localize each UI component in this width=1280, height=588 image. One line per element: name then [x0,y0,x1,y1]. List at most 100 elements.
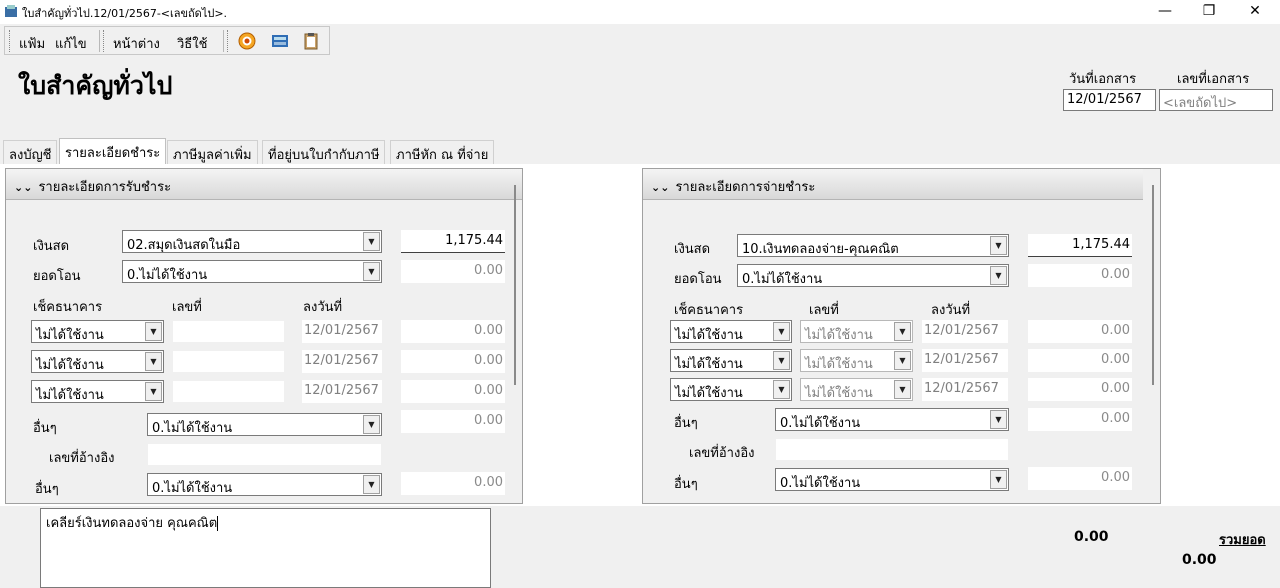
receive-cheque-amount[interactable]: 0.00 [401,380,505,403]
receive-reference-label: เลขที่อ้างอิง [49,451,115,466]
dropdown-arrow-icon[interactable]: ▼ [773,322,790,341]
receive-reference-input[interactable] [147,443,382,466]
toolbar-grip[interactable] [9,30,11,52]
toolbar-grip[interactable] [103,30,105,52]
dropdown-arrow-icon[interactable]: ▼ [990,410,1007,429]
pay-other2-account-select[interactable]: 0.ไม่ได้ใช้งาน ▼ [775,468,1009,491]
dropdown-arrow-icon[interactable]: ▼ [363,415,380,434]
receive-panel-header[interactable]: ⌄⌄ รายละเอียดการรับชำระ [6,169,522,200]
total-link[interactable]: รวมยอด [1219,529,1266,550]
tab-withholding-tax[interactable]: ภาษีหัก ณ ที่จ่าย [390,140,495,164]
pay-panel-header[interactable]: ⌄⌄ รายละเอียดการจ่ายชำระ [643,169,1143,200]
dropdown-arrow-icon[interactable]: ▼ [363,475,380,494]
dropdown-arrow-icon[interactable]: ▼ [363,262,380,281]
pay-cheque-bank-select[interactable]: ไม่ได้ใช้งาน ▼ [670,349,792,372]
pay-cheque-date[interactable]: 12/01/2567 [922,320,1008,343]
receive-cheque-no-input[interactable] [172,380,285,403]
receive-cheque-bank-select[interactable]: ไม่ได้ใช้งาน ▼ [31,350,164,373]
receive-cheque-label: เช็คธนาคาร [33,300,103,315]
calculator-icon[interactable] [271,32,289,50]
dropdown-arrow-icon[interactable]: ▼ [773,380,790,399]
pay-other-amount[interactable]: 0.00 [1028,408,1132,431]
dropdown-arrow-icon[interactable]: ▼ [894,351,911,370]
pay-other2-amount[interactable]: 0.00 [1028,467,1132,490]
dropdown-arrow-icon[interactable]: ▼ [894,380,911,399]
pay-cheque-date[interactable]: 12/01/2567 [922,349,1008,372]
receive-cheque-date[interactable]: 12/01/2567 [302,380,382,403]
pay-other-label: อื่นๆ [674,416,698,431]
receive-cheque-bank-select[interactable]: ไม่ได้ใช้งาน ▼ [31,380,164,403]
receive-cheque-bank-value: ไม่ได้ใช้งาน [36,388,104,403]
receive-transfer-account-select[interactable]: 0.ไม่ได้ใช้งาน ▼ [122,260,382,283]
receive-cheque-amount[interactable]: 0.00 [401,320,505,343]
menu-file[interactable]: แฟ้ม [19,33,45,54]
receive-other-account-select[interactable]: 0.ไม่ได้ใช้งาน ▼ [147,413,382,436]
dropdown-arrow-icon[interactable]: ▼ [145,322,162,341]
document-date-field[interactable]: 12/01/2567 [1063,89,1156,111]
dropdown-arrow-icon[interactable]: ▼ [990,470,1007,489]
document-date-label: วันที่เอกสาร [1069,72,1137,87]
pay-cheque-amount[interactable]: 0.00 [1028,320,1132,343]
pay-cheque-no-select[interactable]: ไม่ได้ใช้งาน ▼ [800,349,913,372]
dropdown-arrow-icon[interactable]: ▼ [145,382,162,401]
maximize-button[interactable]: ❐ [1186,0,1232,24]
receive-cheque-no-input[interactable] [172,350,285,373]
receive-cash-account-select[interactable]: 02.สมุดเงินสดในมือ ▼ [122,230,382,253]
pay-cheque-date[interactable]: 12/01/2567 [922,378,1008,401]
receive-cheque-no-input[interactable] [172,320,285,343]
dropdown-arrow-icon[interactable]: ▼ [773,351,790,370]
close-button[interactable]: ✕ [1232,0,1278,24]
tab-payment-details[interactable]: รายละเอียดชำระ [59,138,167,165]
memo-textarea[interactable]: เคลียร์เงินทดลองจ่าย คุณคณิต​ [40,508,491,588]
receive-scrollbar[interactable] [514,185,516,385]
menu-help[interactable]: วิธีใช้ [177,33,207,54]
dropdown-arrow-icon[interactable]: ▼ [990,236,1007,255]
receive-transfer-amount[interactable]: 0.00 [401,260,505,283]
receive-cash-amount[interactable]: 1,175.44 [401,230,505,253]
pay-cheque-amount[interactable]: 0.00 [1028,349,1132,372]
receive-other-account-value: 0.ไม่ได้ใช้งาน [152,421,233,436]
tab-posting[interactable]: ลงบัญชี [3,140,58,164]
pay-cash-account-select[interactable]: 10.เงินทดลองจ่าย-คุณคณิต ▼ [737,234,1009,257]
pay-scrollbar[interactable] [1152,185,1154,385]
document-number-field[interactable]: <เลขถัดไป> [1159,89,1273,111]
toolbar-grip[interactable] [227,30,229,52]
pay-transfer-amount[interactable]: 0.00 [1028,264,1132,287]
receive-other2-account-select[interactable]: 0.ไม่ได้ใช้งาน ▼ [147,473,382,496]
tab-tax-invoice-address[interactable]: ที่อยู่บนใบกำกับภาษี [262,140,386,164]
window-title: ใบสำคัญทั่วไป.12/01/2567-<เลขถัดไป>. [22,7,228,20]
pay-cheque-date-label: ลงวันที่ [931,303,971,318]
clipboard-icon[interactable] [302,32,320,50]
dropdown-arrow-icon[interactable]: ▼ [894,322,911,341]
pay-cheque-bank-select[interactable]: ไม่ได้ใช้งาน ▼ [670,320,792,343]
pay-cheque-amount[interactable]: 0.00 [1028,378,1132,401]
menu-edit[interactable]: แก้ไข [55,33,87,54]
pay-other-account-select[interactable]: 0.ไม่ได้ใช้งาน ▼ [775,408,1009,431]
pay-cheque-no-select[interactable]: ไม่ได้ใช้งาน ▼ [800,378,913,401]
minimize-button[interactable]: — [1142,0,1188,24]
receive-cheque-amount[interactable]: 0.00 [401,350,505,373]
target-icon[interactable] [238,32,256,50]
pay-cheque-bank-select[interactable]: ไม่ได้ใช้งาน ▼ [670,378,792,401]
pay-cheque-no-select[interactable]: ไม่ได้ใช้งาน ▼ [800,320,913,343]
receive-cash-label: เงินสด [33,239,70,254]
pay-transfer-account-select[interactable]: 0.ไม่ได้ใช้งาน ▼ [737,264,1009,287]
receive-other-label: อื่นๆ [33,421,57,436]
dropdown-arrow-icon[interactable]: ▼ [990,266,1007,285]
menu-bar: แฟ้ม แก้ไข หน้าต่าง วิธีใช้ [4,26,330,55]
document-number-label: เลขที่เอกสาร [1177,72,1250,87]
dropdown-arrow-icon[interactable]: ▼ [145,352,162,371]
tab-vat[interactable]: ภาษีมูลค่าเพิ่ม [167,140,258,164]
pay-cash-label: เงินสด [674,242,711,257]
receive-other2-amount[interactable]: 0.00 [401,472,505,495]
receive-cheque-date[interactable]: 12/01/2567 [302,350,382,373]
menu-window[interactable]: หน้าต่าง [113,33,160,54]
receive-cash-account-value: 02.สมุดเงินสดในมือ [127,238,241,253]
receive-cheque-date[interactable]: 12/01/2567 [302,320,382,343]
receive-other-amount[interactable]: 0.00 [401,410,505,433]
pay-cash-amount[interactable]: 1,175.44 [1028,234,1132,257]
receive-cheque-bank-select[interactable]: ไม่ได้ใช้งาน ▼ [31,320,164,343]
pay-reference-input[interactable] [775,438,1009,461]
pay-other2-account-value: 0.ไม่ได้ใช้งาน [780,476,861,491]
dropdown-arrow-icon[interactable]: ▼ [363,232,380,251]
